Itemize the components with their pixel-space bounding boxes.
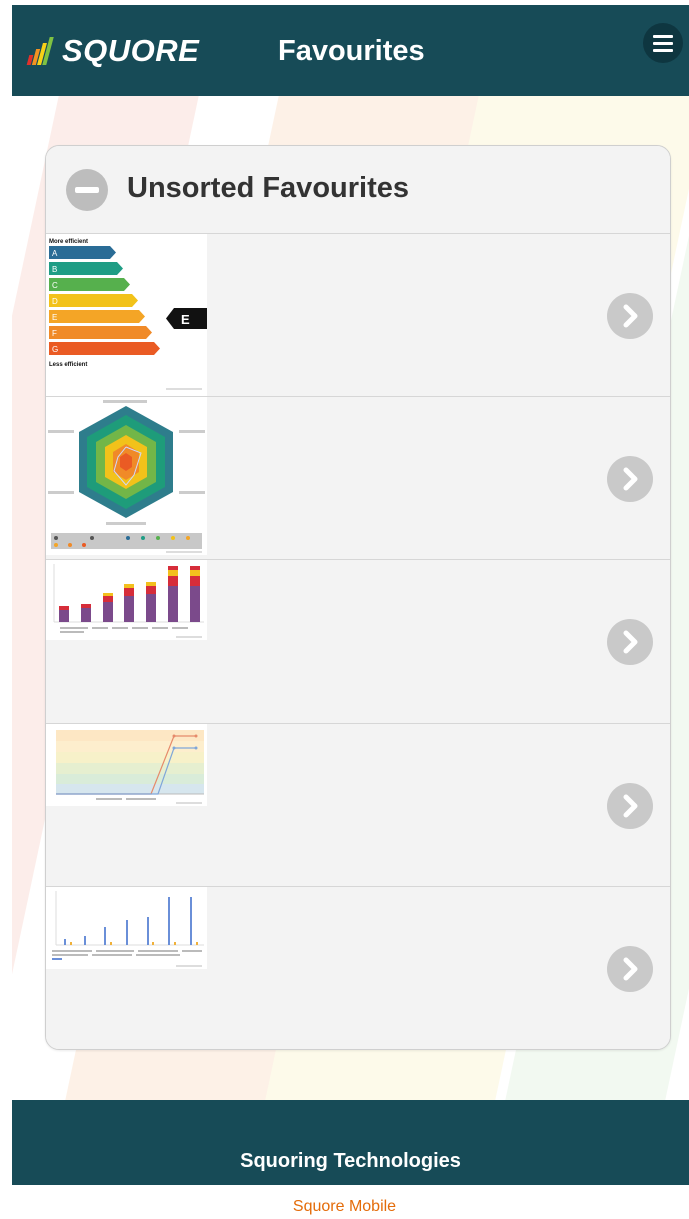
energy-bottom-label: Less efficient — [49, 362, 87, 368]
logo-text: SQUORE — [62, 33, 200, 68]
favourite-item-radar-chart[interactable] — [46, 397, 670, 560]
rating-label: B — [52, 265, 57, 274]
panel-header[interactable]: Unsorted Favourites — [46, 146, 670, 234]
line-chart-thumbnail — [46, 724, 207, 806]
panel-title: Unsorted Favourites — [127, 172, 409, 204]
chevron-right-icon[interactable] — [607, 456, 653, 502]
bar-chart-thumbnail — [46, 887, 207, 969]
chevron-right-icon[interactable] — [607, 293, 653, 339]
rating-label: A — [52, 249, 58, 258]
rating-label: G — [52, 345, 58, 354]
favourite-item-stacked-bar-chart[interactable] — [46, 560, 670, 724]
current-rating-label: E — [181, 312, 190, 327]
chevron-right-icon[interactable] — [607, 783, 653, 829]
rating-label: C — [52, 281, 58, 290]
logo-bars-icon — [26, 37, 56, 67]
stacked-bar-chart-thumbnail — [46, 560, 207, 640]
minus-circle-icon[interactable] — [66, 169, 108, 211]
energy-top-label: More efficient — [49, 239, 88, 245]
rating-label: E — [52, 313, 57, 322]
energy-chart-thumbnail: More efficient A B C D E F G E Less effi… — [46, 234, 207, 396]
squore-logo[interactable]: SQUORE — [26, 35, 199, 67]
hamburger-menu-icon[interactable] — [643, 23, 683, 63]
chevron-right-icon[interactable] — [607, 946, 653, 992]
radar-chart-thumbnail — [46, 397, 207, 555]
favourite-item-energy-chart[interactable]: More efficient A B C D E F G E Less effi… — [46, 234, 670, 397]
app-header: SQUORE Favourites — [12, 5, 689, 96]
favourites-panel: Unsorted Favourites More efficient A B C… — [45, 145, 671, 1050]
rating-label: D — [52, 297, 58, 306]
app-footer: Squoring Technologies — [12, 1100, 689, 1185]
rating-label: F — [52, 329, 57, 338]
page-title: Favourites — [278, 35, 425, 67]
footer-text: Squoring Technologies — [240, 1150, 461, 1172]
chevron-right-icon[interactable] — [607, 619, 653, 665]
favourite-item-line-chart[interactable] — [46, 724, 670, 887]
squore-mobile-link[interactable]: Squore Mobile — [0, 1198, 689, 1216]
favourite-item-bar-chart[interactable] — [46, 887, 670, 1049]
